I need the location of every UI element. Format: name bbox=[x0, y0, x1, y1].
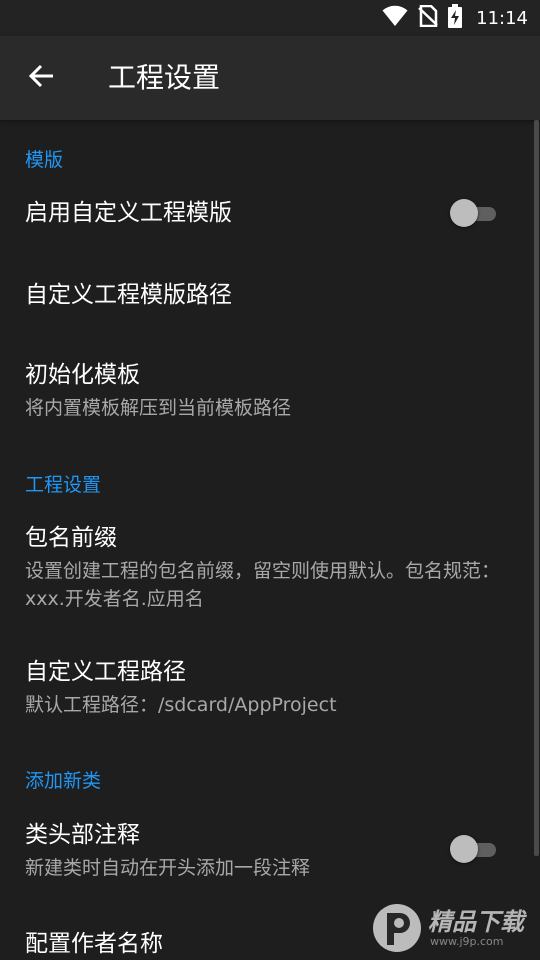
pref-title: 自定义工程模版路径 bbox=[25, 282, 232, 308]
pref-class-header-comment[interactable]: 类头部注释 新建类时自动在开头添加一段注释 bbox=[0, 802, 540, 902]
arrow-left-icon bbox=[28, 62, 56, 94]
settings-list: 模版 启用自定义工程模版 自定义工程模版路径 初始化模板 将内置模板解压到当前模… bbox=[0, 120, 540, 960]
pref-title: 启用自定义工程模版 bbox=[25, 200, 232, 226]
watermark-sub: www.j9p.com bbox=[430, 935, 504, 948]
wifi-icon bbox=[382, 5, 408, 31]
status-bar: 11:14 bbox=[0, 0, 540, 36]
page-title: 工程设置 bbox=[108, 61, 221, 94]
pref-enable-custom-template[interactable]: 启用自定义工程模版 bbox=[0, 180, 540, 250]
watermark-logo-icon bbox=[370, 901, 424, 955]
pref-summary: 新建类时自动在开头添加一段注释 bbox=[25, 857, 311, 879]
watermark-text: 精品下载 www.j9p.com bbox=[428, 908, 524, 948]
pref-title: 类头部注释 bbox=[25, 822, 140, 848]
battery-charging-icon bbox=[448, 4, 463, 32]
enable-custom-template-switch[interactable] bbox=[450, 198, 500, 228]
section-header-template: 模版 bbox=[25, 149, 64, 171]
pref-package-prefix[interactable]: 包名前缀 设置创建工程的包名前缀，留空则使用默认。包名规范：xxx.开发者名.应… bbox=[0, 505, 540, 619]
app-toolbar: 工程设置 bbox=[0, 36, 540, 120]
pref-title: 初始化模板 bbox=[25, 362, 140, 388]
pref-title: 配置作者名称 bbox=[25, 931, 163, 957]
pref-title: 包名前缀 bbox=[25, 525, 117, 551]
status-icons: 11:14 bbox=[382, 4, 528, 32]
pref-summary: 设置创建工程的包名前缀，留空则使用默认。包名规范：xxx.开发者名.应用名 bbox=[25, 560, 501, 610]
section-header-project: 工程设置 bbox=[25, 474, 102, 496]
watermark-main: 精品下载 bbox=[428, 908, 524, 936]
switch-thumb bbox=[450, 835, 478, 863]
pref-summary: 默认工程路径：/sdcard/AppProject bbox=[25, 694, 337, 716]
pref-custom-template-path[interactable]: 自定义工程模版路径 bbox=[0, 260, 540, 332]
class-header-comment-switch[interactable] bbox=[450, 834, 500, 864]
status-time: 11:14 bbox=[476, 7, 528, 29]
pref-custom-project-path[interactable]: 自定义工程路径 默认工程路径：/sdcard/AppProject bbox=[0, 638, 540, 738]
section-header-new-class: 添加新类 bbox=[25, 770, 102, 792]
watermark: 精品下载 www.j9p.com bbox=[370, 896, 540, 960]
pref-summary: 将内置模板解压到当前模板路径 bbox=[25, 397, 292, 419]
scrollbar[interactable] bbox=[534, 120, 539, 856]
pref-init-template[interactable]: 初始化模板 将内置模板解压到当前模板路径 bbox=[0, 342, 540, 436]
switch-thumb bbox=[450, 199, 478, 227]
pref-title: 自定义工程路径 bbox=[25, 659, 186, 685]
no-sim-icon bbox=[418, 4, 438, 31]
back-button[interactable] bbox=[22, 58, 62, 98]
